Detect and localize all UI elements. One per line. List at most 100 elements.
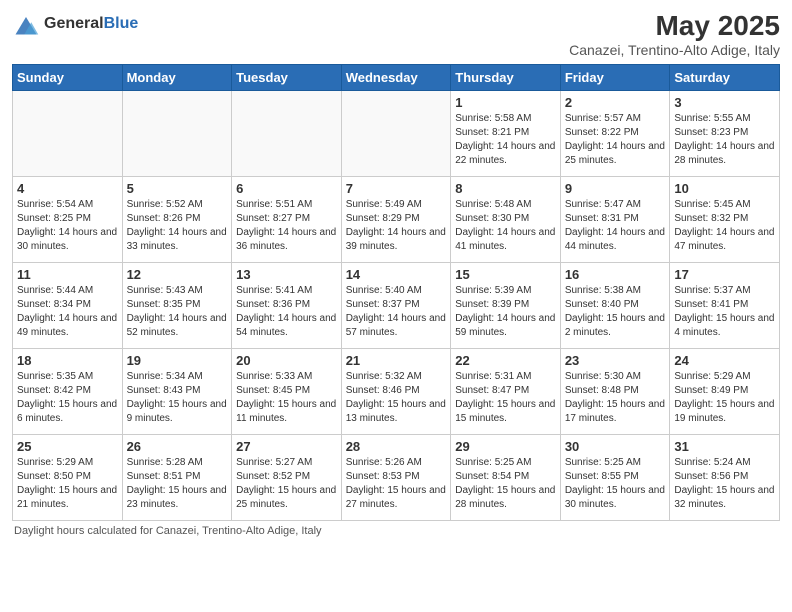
day-number: 2	[565, 95, 666, 110]
day-number: 11	[17, 267, 118, 282]
day-number: 27	[236, 439, 337, 454]
day-header-sunday: Sunday	[13, 65, 123, 91]
cell-info: Sunrise: 5:27 AMSunset: 8:52 PMDaylight:…	[236, 456, 337, 512]
calendar-cell: 30 Sunrise: 5:25 AMSunset: 8:55 PMDayligh…	[560, 435, 670, 521]
cell-info: Sunrise: 5:47 AMSunset: 8:31 PMDaylight:…	[565, 198, 666, 254]
cell-info: Sunrise: 5:39 AMSunset: 8:39 PMDaylight:…	[455, 284, 556, 340]
day-number: 14	[346, 267, 447, 282]
logo-blue: Blue	[104, 15, 139, 32]
calendar-cell: 2 Sunrise: 5:57 AMSunset: 8:22 PMDaylight…	[560, 91, 670, 177]
day-number: 1	[455, 95, 556, 110]
calendar-cell: 16 Sunrise: 5:38 AMSunset: 8:40 PMDayligh…	[560, 263, 670, 349]
day-number: 12	[127, 267, 228, 282]
cell-info: Sunrise: 5:41 AMSunset: 8:36 PMDaylight:…	[236, 284, 337, 340]
subtitle: Canazei, Trentino-Alto Adige, Italy	[569, 42, 780, 58]
cell-info: Sunrise: 5:48 AMSunset: 8:30 PMDaylight:…	[455, 198, 556, 254]
calendar-cell: 19 Sunrise: 5:34 AMSunset: 8:43 PMDayligh…	[122, 349, 232, 435]
day-number: 8	[455, 181, 556, 196]
cell-info: Sunrise: 5:29 AMSunset: 8:50 PMDaylight:…	[17, 456, 118, 512]
calendar-cell: 27 Sunrise: 5:27 AMSunset: 8:52 PMDayligh…	[232, 435, 342, 521]
calendar-cell	[232, 91, 342, 177]
cell-info: Sunrise: 5:29 AMSunset: 8:49 PMDaylight:…	[674, 370, 775, 426]
calendar-cell	[13, 91, 123, 177]
day-number: 3	[674, 95, 775, 110]
calendar-cell: 9 Sunrise: 5:47 AMSunset: 8:31 PMDaylight…	[560, 177, 670, 263]
cell-info: Sunrise: 5:52 AMSunset: 8:26 PMDaylight:…	[127, 198, 228, 254]
cell-info: Sunrise: 5:26 AMSunset: 8:53 PMDaylight:…	[346, 456, 447, 512]
cell-info: Sunrise: 5:34 AMSunset: 8:43 PMDaylight:…	[127, 370, 228, 426]
calendar-cell: 8 Sunrise: 5:48 AMSunset: 8:30 PMDaylight…	[451, 177, 561, 263]
calendar-cell: 13 Sunrise: 5:41 AMSunset: 8:36 PMDayligh…	[232, 263, 342, 349]
cell-info: Sunrise: 5:37 AMSunset: 8:41 PMDaylight:…	[674, 284, 775, 340]
day-number: 16	[565, 267, 666, 282]
calendar-cell: 5 Sunrise: 5:52 AMSunset: 8:26 PMDaylight…	[122, 177, 232, 263]
cell-info: Sunrise: 5:35 AMSunset: 8:42 PMDaylight:…	[17, 370, 118, 426]
day-number: 5	[127, 181, 228, 196]
day-header-wednesday: Wednesday	[341, 65, 451, 91]
calendar-cell: 12 Sunrise: 5:43 AMSunset: 8:35 PMDayligh…	[122, 263, 232, 349]
main-title: May 2025	[569, 10, 780, 42]
calendar-cell: 1 Sunrise: 5:58 AMSunset: 8:21 PMDaylight…	[451, 91, 561, 177]
calendar-cell: 4 Sunrise: 5:54 AMSunset: 8:25 PMDaylight…	[13, 177, 123, 263]
day-number: 31	[674, 439, 775, 454]
calendar-cell: 15 Sunrise: 5:39 AMSunset: 8:39 PMDayligh…	[451, 263, 561, 349]
calendar-cell: 29Sunrise: 5:25 AMSunset: 8:54 PMDayligh…	[451, 435, 561, 521]
day-header-monday: Monday	[122, 65, 232, 91]
day-number: 24	[674, 353, 775, 368]
day-number: 28	[346, 439, 447, 454]
cell-info: Sunrise: 5:30 AMSunset: 8:48 PMDaylight:…	[565, 370, 666, 426]
cell-info: Sunrise: 5:54 AMSunset: 8:25 PMDaylight:…	[17, 198, 118, 254]
cell-info: Sunrise: 5:31 AMSunset: 8:47 PMDaylight:…	[455, 370, 556, 426]
day-number: 15	[455, 267, 556, 282]
calendar-cell: 10 Sunrise: 5:45 AMSunset: 8:32 PMDayligh…	[670, 177, 780, 263]
day-header-thursday: Thursday	[451, 65, 561, 91]
day-number: 17	[674, 267, 775, 282]
day-number: 6	[236, 181, 337, 196]
calendar-cell: 31 Sunrise: 5:24 AMSunset: 8:56 PMDayligh…	[670, 435, 780, 521]
day-number: 23	[565, 353, 666, 368]
calendar-cell: 6 Sunrise: 5:51 AMSunset: 8:27 PMDaylight…	[232, 177, 342, 263]
day-number: 29	[455, 439, 556, 454]
calendar-table: SundayMondayTuesdayWednesdayThursdayFrid…	[12, 64, 780, 521]
logo-general: General	[44, 15, 104, 32]
calendar-cell: 18Sunrise: 5:35 AMSunset: 8:42 PMDayligh…	[13, 349, 123, 435]
calendar-cell: 23 Sunrise: 5:30 AMSunset: 8:48 PMDayligh…	[560, 349, 670, 435]
header: GeneralBlue May 2025 Canazei, Trentino-A…	[12, 10, 780, 58]
cell-info: Sunrise: 5:58 AMSunset: 8:21 PMDaylight:…	[455, 112, 556, 168]
calendar-cell: 21 Sunrise: 5:32 AMSunset: 8:46 PMDayligh…	[341, 349, 451, 435]
calendar-cell: 22Sunrise: 5:31 AMSunset: 8:47 PMDayligh…	[451, 349, 561, 435]
day-header-friday: Friday	[560, 65, 670, 91]
day-number: 21	[346, 353, 447, 368]
calendar-cell: 14 Sunrise: 5:40 AMSunset: 8:37 PMDayligh…	[341, 263, 451, 349]
title-block: May 2025 Canazei, Trentino-Alto Adige, I…	[569, 10, 780, 58]
calendar-cell: 20Sunrise: 5:33 AMSunset: 8:45 PMDayligh…	[232, 349, 342, 435]
cell-info: Sunrise: 5:55 AMSunset: 8:23 PMDaylight:…	[674, 112, 775, 168]
day-header-saturday: Saturday	[670, 65, 780, 91]
cell-info: Sunrise: 5:57 AMSunset: 8:22 PMDaylight:…	[565, 112, 666, 168]
cell-info: Sunrise: 5:32 AMSunset: 8:46 PMDaylight:…	[346, 370, 447, 426]
day-number: 9	[565, 181, 666, 196]
day-number: 10	[674, 181, 775, 196]
cell-info: Sunrise: 5:45 AMSunset: 8:32 PMDaylight:…	[674, 198, 775, 254]
day-number: 30	[565, 439, 666, 454]
calendar-cell: 25Sunrise: 5:29 AMSunset: 8:50 PMDayligh…	[13, 435, 123, 521]
calendar-cell: 3 Sunrise: 5:55 AMSunset: 8:23 PMDaylight…	[670, 91, 780, 177]
calendar-cell: 26Sunrise: 5:28 AMSunset: 8:51 PMDayligh…	[122, 435, 232, 521]
cell-info: Sunrise: 5:51 AMSunset: 8:27 PMDaylight:…	[236, 198, 337, 254]
calendar-cell: 17 Sunrise: 5:37 AMSunset: 8:41 PMDayligh…	[670, 263, 780, 349]
cell-info: Sunrise: 5:25 AMSunset: 8:55 PMDaylight:…	[565, 456, 666, 512]
calendar-cell: 7Sunrise: 5:49 AMSunset: 8:29 PMDaylight…	[341, 177, 451, 263]
cell-info: Sunrise: 5:43 AMSunset: 8:35 PMDaylight:…	[127, 284, 228, 340]
day-number: 26	[127, 439, 228, 454]
day-number: 4	[17, 181, 118, 196]
day-header-tuesday: Tuesday	[232, 65, 342, 91]
cell-info: Sunrise: 5:38 AMSunset: 8:40 PMDaylight:…	[565, 284, 666, 340]
cell-info: Sunrise: 5:40 AMSunset: 8:37 PMDaylight:…	[346, 284, 447, 340]
day-number: 19	[127, 353, 228, 368]
day-number: 20	[236, 353, 337, 368]
calendar-cell: 28 Sunrise: 5:26 AMSunset: 8:53 PMDayligh…	[341, 435, 451, 521]
cell-info: Sunrise: 5:24 AMSunset: 8:56 PMDaylight:…	[674, 456, 775, 512]
logo-icon	[12, 10, 40, 38]
calendar-cell	[341, 91, 451, 177]
day-number: 13	[236, 267, 337, 282]
